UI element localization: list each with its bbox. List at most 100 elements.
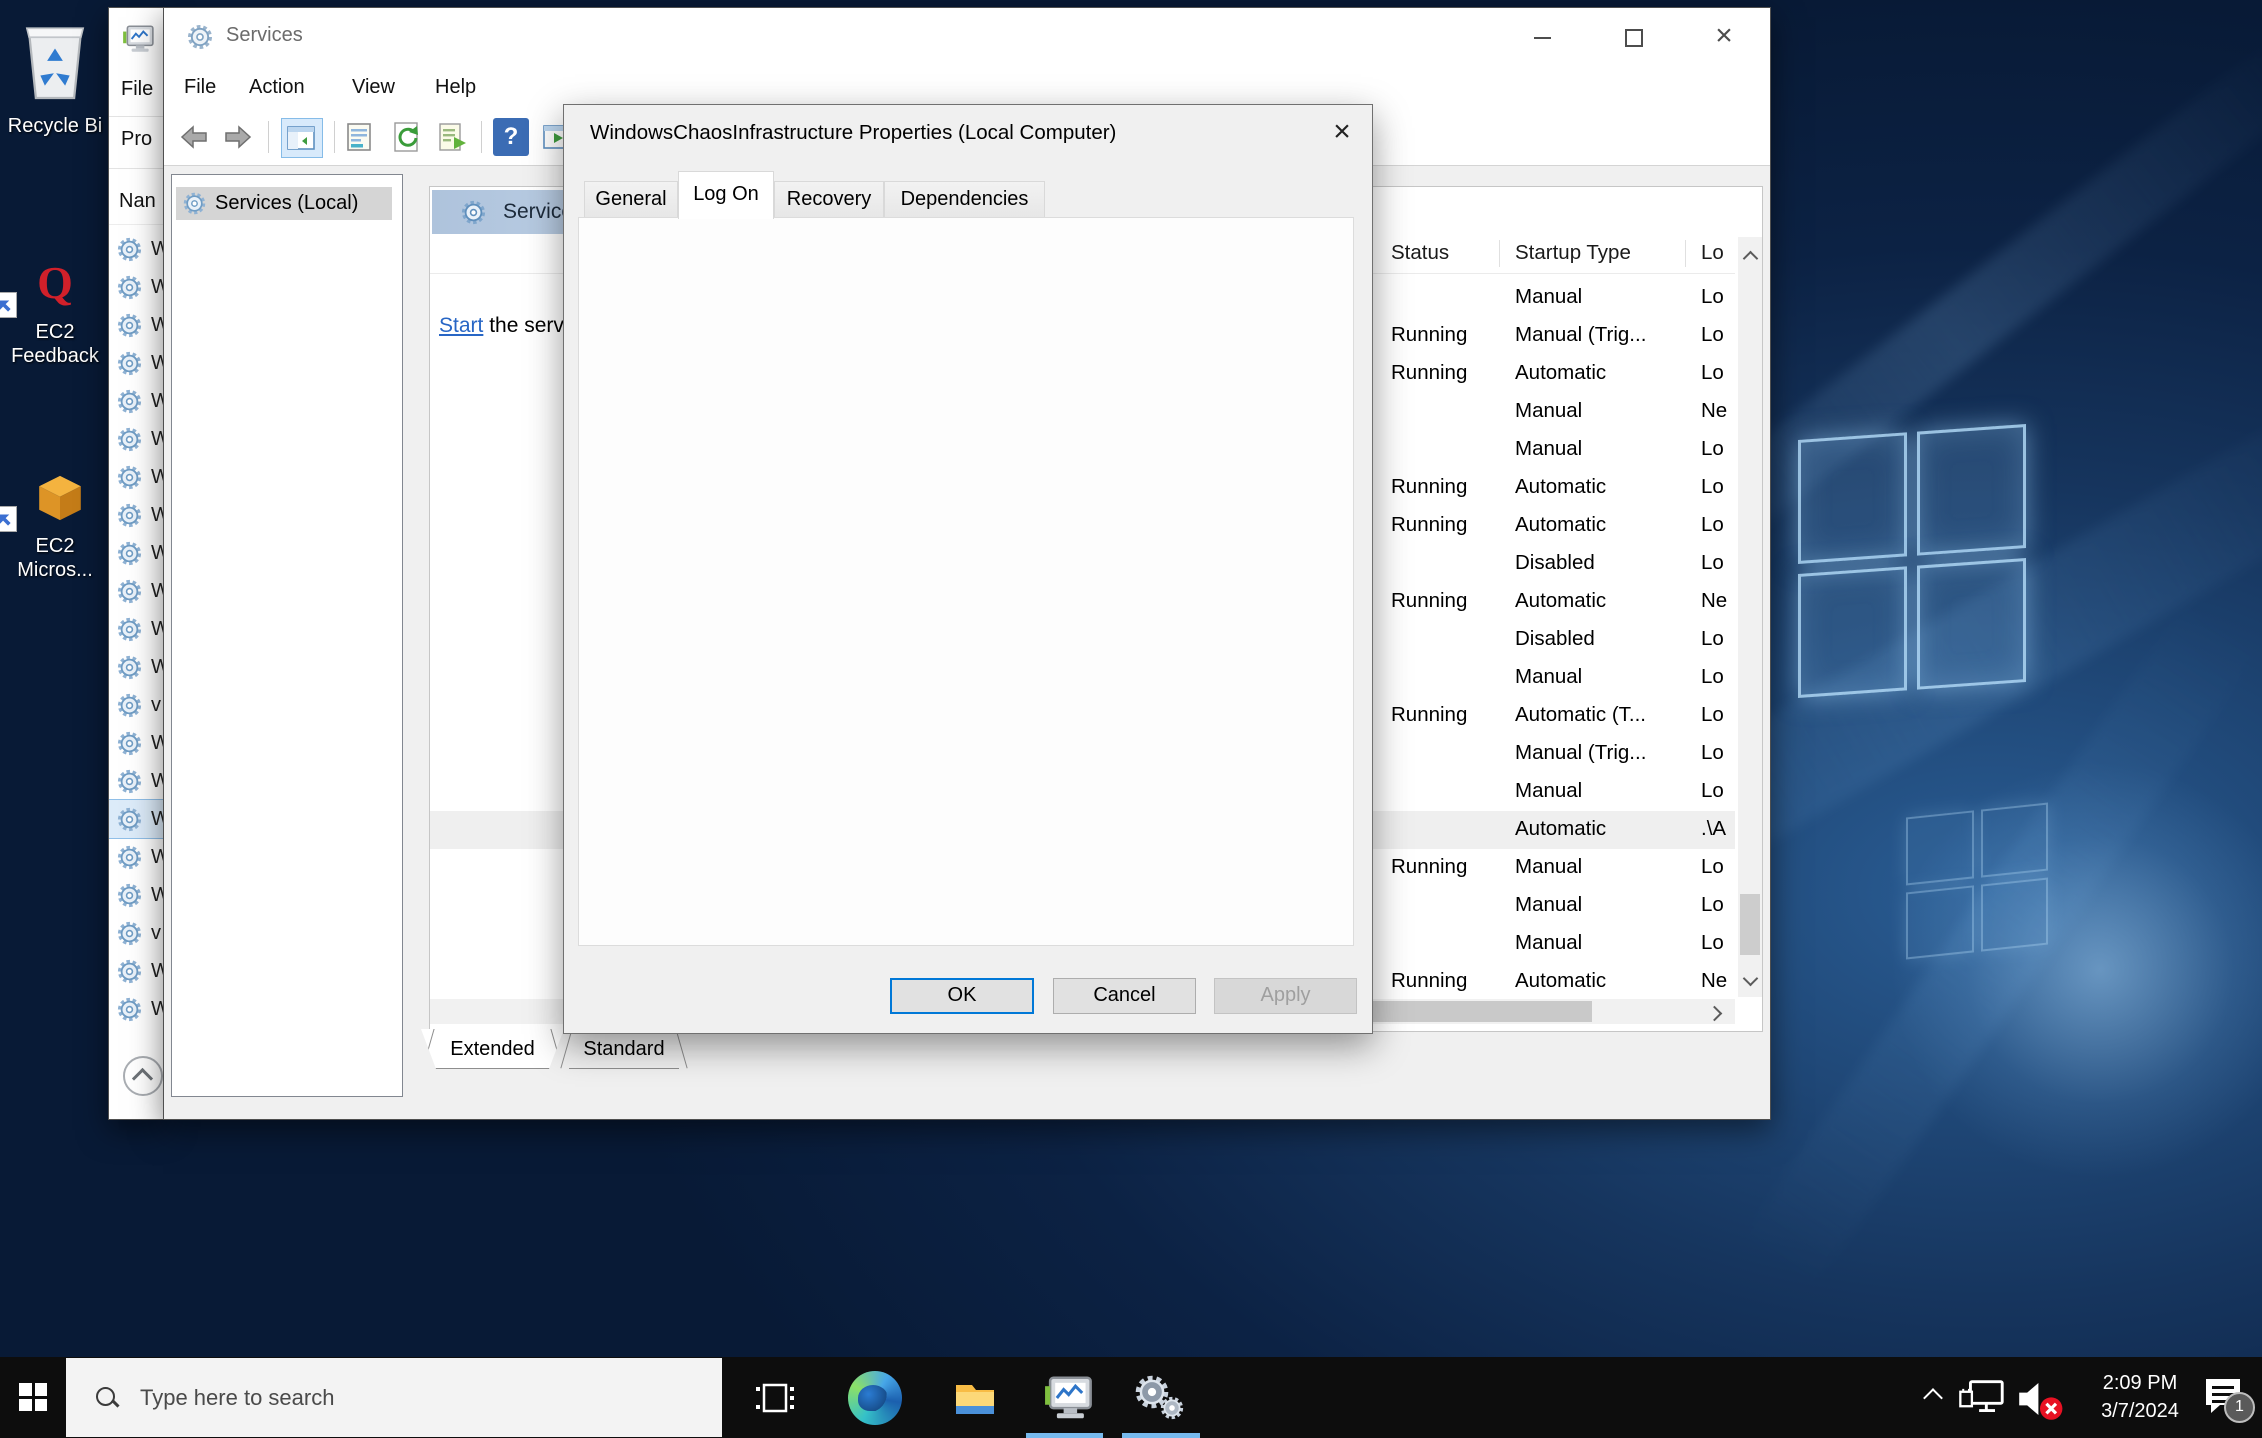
background-window-partial-text: Pro xyxy=(121,128,152,151)
background-service-row[interactable]: W xyxy=(109,382,164,420)
tab-recovery[interactable]: Recovery xyxy=(774,181,884,218)
service-startup-type: Automatic (T... xyxy=(1515,703,1646,727)
background-service-row[interactable]: W xyxy=(109,876,164,914)
help-icon[interactable]: ? xyxy=(493,118,529,156)
tab-dependencies[interactable]: Dependencies xyxy=(884,181,1045,218)
service-status: Running xyxy=(1391,513,1467,537)
performance-monitor-taskbar-icon[interactable] xyxy=(1040,1371,1094,1425)
notification-badge[interactable]: 1 xyxy=(2224,1392,2255,1423)
tab-standard[interactable]: Standard xyxy=(559,1029,689,1069)
service-log-on-as: Lo xyxy=(1701,627,1735,651)
tray-expand-chevron[interactable] xyxy=(1912,1357,1956,1438)
background-service-row[interactable]: W xyxy=(109,800,164,838)
background-service-row[interactable]: W xyxy=(109,420,164,458)
service-gear-icon xyxy=(116,312,143,339)
volume-muted-tray-icon[interactable] xyxy=(2012,1375,2068,1423)
background-window[interactable]: File Pro Nan W W xyxy=(108,7,165,1120)
service-gear-icon xyxy=(116,502,143,529)
task-view-icon[interactable] xyxy=(748,1371,802,1425)
vertical-scrollbar[interactable] xyxy=(1738,237,1762,997)
background-service-row[interactable]: W xyxy=(109,990,164,1028)
background-service-row[interactable]: W xyxy=(109,762,164,800)
tab-general[interactable]: General xyxy=(584,181,678,218)
tree-item-services-local[interactable]: Services (Local) xyxy=(176,187,392,220)
background-service-row[interactable]: v xyxy=(109,914,164,952)
toolbar-separator xyxy=(481,121,482,153)
background-service-row[interactable]: W xyxy=(109,952,164,990)
service-log-on-as: Lo xyxy=(1701,665,1735,689)
service-gear-icon xyxy=(116,844,143,871)
desktop-icon-ec2-micro[interactable]: EC2 Micros... xyxy=(0,472,110,582)
clock-date: 3/7/2024 xyxy=(2085,1397,2195,1425)
background-service-row[interactable]: W xyxy=(109,268,164,306)
background-service-row[interactable]: v xyxy=(109,686,164,724)
tab-log-on[interactable]: Log On xyxy=(678,171,774,219)
background-window-file-menu[interactable]: File xyxy=(121,78,153,101)
scroll-down-arrow[interactable] xyxy=(1738,963,1762,997)
column-header-startup-type[interactable]: Startup Type xyxy=(1515,241,1631,265)
menu-view[interactable]: View xyxy=(352,66,395,109)
background-service-row[interactable]: W xyxy=(109,344,164,382)
service-log-on-as: Lo xyxy=(1701,779,1735,803)
forward-button-icon[interactable] xyxy=(220,118,256,156)
background-service-row[interactable]: W xyxy=(109,458,164,496)
column-header-log-on-as[interactable]: Lo xyxy=(1701,241,1724,265)
column-header-status[interactable]: Status xyxy=(1391,241,1449,265)
cube-icon xyxy=(34,472,86,524)
background-service-row[interactable]: W xyxy=(109,838,164,876)
column-separator[interactable] xyxy=(1499,240,1500,267)
services-titlebar[interactable]: Services × xyxy=(164,8,1770,66)
search-icon xyxy=(96,1387,118,1409)
back-button-icon[interactable] xyxy=(176,118,212,156)
tab-extended[interactable]: Extended xyxy=(421,1029,564,1069)
background-service-row[interactable]: W xyxy=(109,230,164,268)
service-startup-type: Manual xyxy=(1515,779,1582,803)
menu-action[interactable]: Action xyxy=(249,66,305,109)
file-explorer-icon[interactable] xyxy=(948,1371,1002,1425)
taskbar-search[interactable]: Type here to search xyxy=(66,1358,722,1437)
network-tray-icon[interactable] xyxy=(1956,1377,2008,1421)
export-list-icon[interactable] xyxy=(434,118,470,156)
service-gear-icon xyxy=(116,236,143,263)
desktop-icon-recycle-bin[interactable]: Recycle Bi xyxy=(0,16,110,138)
edge-browser-icon[interactable] xyxy=(848,1371,902,1425)
desktop-light-glow xyxy=(1890,760,2262,1180)
scroll-right-arrow[interactable] xyxy=(1699,999,1729,1024)
cancel-button[interactable]: Cancel xyxy=(1053,978,1196,1014)
services-taskbar-icon[interactable] xyxy=(1133,1371,1187,1425)
dialog-titlebar[interactable]: WindowsChaosInfrastructure Properties (L… xyxy=(564,105,1372,161)
show-console-tree-icon[interactable] xyxy=(281,118,323,158)
start-button[interactable] xyxy=(0,1357,66,1438)
column-separator[interactable] xyxy=(1685,240,1686,267)
desktop-icon-ec2-feedback[interactable]: Q EC2 Feedback xyxy=(0,258,110,368)
background-service-row[interactable]: W xyxy=(109,496,164,534)
background-service-row[interactable]: W xyxy=(109,306,164,344)
background-service-row[interactable]: W xyxy=(109,724,164,762)
menu-help[interactable]: Help xyxy=(435,66,476,109)
refresh-icon[interactable] xyxy=(388,118,424,156)
close-button[interactable]: × xyxy=(1691,8,1757,66)
minimize-button[interactable] xyxy=(1509,8,1575,66)
background-service-row[interactable]: W xyxy=(109,534,164,572)
properties-icon[interactable] xyxy=(341,118,377,156)
apply-button[interactable]: Apply xyxy=(1214,978,1357,1014)
menu-file[interactable]: File xyxy=(184,66,216,109)
taskbar-clock[interactable]: 2:09 PM 3/7/2024 xyxy=(2085,1369,2195,1425)
service-startup-type: Disabled xyxy=(1515,551,1595,575)
ok-button[interactable]: OK xyxy=(890,978,1034,1014)
vertical-scrollbar-thumb[interactable] xyxy=(1740,894,1760,955)
service-gear-icon xyxy=(116,540,143,567)
name-column-header[interactable]: Nan xyxy=(119,190,156,213)
scroll-up-button[interactable] xyxy=(123,1056,163,1096)
search-placeholder: Type here to search xyxy=(140,1385,334,1411)
dialog-close-icon[interactable]: × xyxy=(1322,113,1362,153)
service-startup-type: Manual xyxy=(1515,855,1582,879)
background-service-row[interactable]: W xyxy=(109,572,164,610)
maximize-button[interactable] xyxy=(1600,8,1666,66)
service-log-on-as: Lo xyxy=(1701,741,1735,765)
scroll-up-arrow[interactable] xyxy=(1738,237,1762,271)
background-service-row[interactable]: W xyxy=(109,610,164,648)
service-startup-type: Automatic xyxy=(1515,361,1606,385)
service-log-on-as: Lo xyxy=(1701,893,1735,917)
background-service-row[interactable]: W xyxy=(109,648,164,686)
